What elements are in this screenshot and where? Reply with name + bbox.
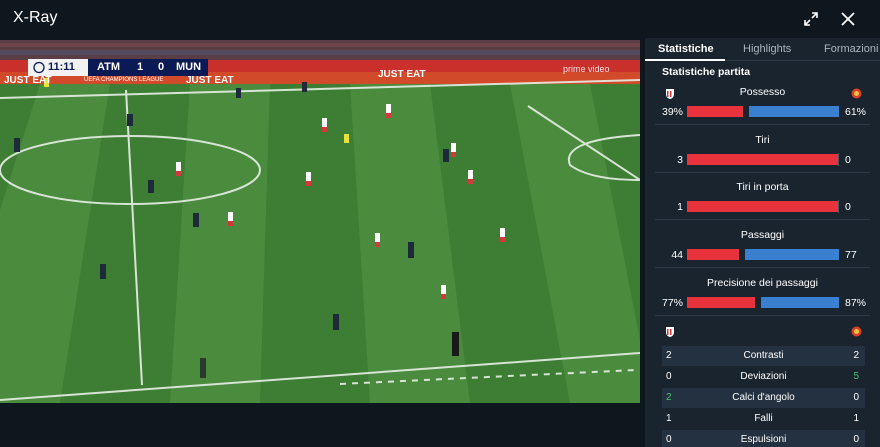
home-bar [687, 249, 739, 260]
table-away-value: 0 [853, 392, 859, 403]
table-row: Falli 1 1 [662, 409, 865, 429]
table-label: Contrasti [743, 350, 784, 361]
ad-board-right: JUST EAT [378, 69, 426, 80]
bar-end-marker [838, 200, 839, 213]
stat-label: Tiri [755, 134, 770, 146]
bar-end-marker [838, 153, 839, 166]
xray-panel: Statistiche Highlights Formazioni Statis… [645, 38, 880, 447]
match-clock: 11:11 [48, 61, 75, 73]
table-row: Calci d'angolo 2 0 [662, 388, 865, 408]
scoreboard: 11:11 ATM 1 0 MUN [28, 59, 208, 76]
stat-label: Passaggi [740, 229, 785, 241]
watermark: prime video [563, 64, 610, 74]
stat-label: Tiri in porta [736, 181, 789, 193]
stat-home-value: 3 [677, 154, 683, 166]
manutd-crest-icon [851, 324, 862, 337]
table-home-value: 2 [666, 392, 672, 403]
video-player[interactable]: 11:11 ATM 1 0 MUN JUST EAT UEFA CHAMPION… [0, 40, 640, 403]
section-title: Statistiche partita [662, 66, 751, 78]
atletico-crest-icon [665, 324, 675, 337]
tab-statistiche[interactable]: Statistiche [658, 43, 714, 55]
divider [655, 267, 870, 268]
home-team: ATM [97, 61, 121, 73]
away-bar [745, 249, 839, 260]
home-bar [687, 106, 743, 117]
stat-label: Precisione dei passaggi [707, 277, 818, 289]
table-label: Calci d'angolo [732, 392, 795, 403]
table-home-value: 0 [666, 434, 672, 445]
table-row: Contrasti 2 2 [662, 346, 865, 366]
stat-home-value: 77% [661, 297, 683, 309]
table-home-value: 2 [666, 350, 672, 361]
active-tab-indicator [645, 59, 725, 61]
stat-away-value: 0 [845, 154, 851, 166]
stat-away-value: 61% [845, 106, 867, 118]
table-row: Espulsioni 0 0 [662, 430, 865, 447]
table-home-value: 0 [666, 371, 672, 382]
stat-label: Possesso [739, 86, 786, 98]
table-row: Deviazioni 0 5 [662, 367, 865, 387]
stat-away-value: 77 [845, 249, 857, 261]
table-label: Falli [754, 413, 773, 424]
stat-away-value: 0 [845, 201, 851, 213]
expand-icon[interactable] [801, 9, 821, 29]
tab-highlights[interactable]: Highlights [743, 43, 791, 55]
away-score: 0 [158, 61, 165, 73]
table-away-value: 2 [853, 350, 859, 361]
close-icon[interactable] [838, 9, 858, 29]
away-bar [749, 106, 839, 117]
top-bar: X-Ray [0, 0, 880, 38]
home-bar [687, 201, 839, 212]
table-away-value: 5 [853, 371, 859, 382]
league-logo-text: UEFA CHAMPIONS LEAGUE [84, 77, 164, 83]
ad-board-mid: JUST EAT [186, 75, 234, 86]
table-label: Espulsioni [740, 434, 787, 445]
ad-board-left: JUST EAT [4, 75, 52, 86]
away-bar [761, 297, 839, 308]
tab-formazioni[interactable]: Formazioni [824, 43, 878, 55]
table-away-value: 0 [853, 434, 859, 445]
window-title: X-Ray [13, 9, 58, 26]
tab-bar: Statistiche Highlights Formazioni [645, 38, 880, 61]
table-away-value: 1 [853, 413, 859, 424]
away-team: MUN [176, 61, 202, 73]
divider [655, 315, 870, 316]
table-home-value: 1 [666, 413, 672, 424]
home-score: 1 [137, 61, 144, 73]
home-bar [687, 297, 755, 308]
stat-away-value: 87% [845, 297, 867, 309]
divider [655, 219, 870, 220]
stat-home-value: 39% [661, 106, 683, 118]
divider [655, 172, 870, 173]
video-footer [0, 403, 640, 447]
stat-home-value: 1 [677, 201, 683, 213]
table-label: Deviazioni [740, 371, 787, 382]
stat-home-value: 44 [671, 249, 683, 261]
divider [655, 124, 870, 125]
home-bar [687, 154, 839, 165]
